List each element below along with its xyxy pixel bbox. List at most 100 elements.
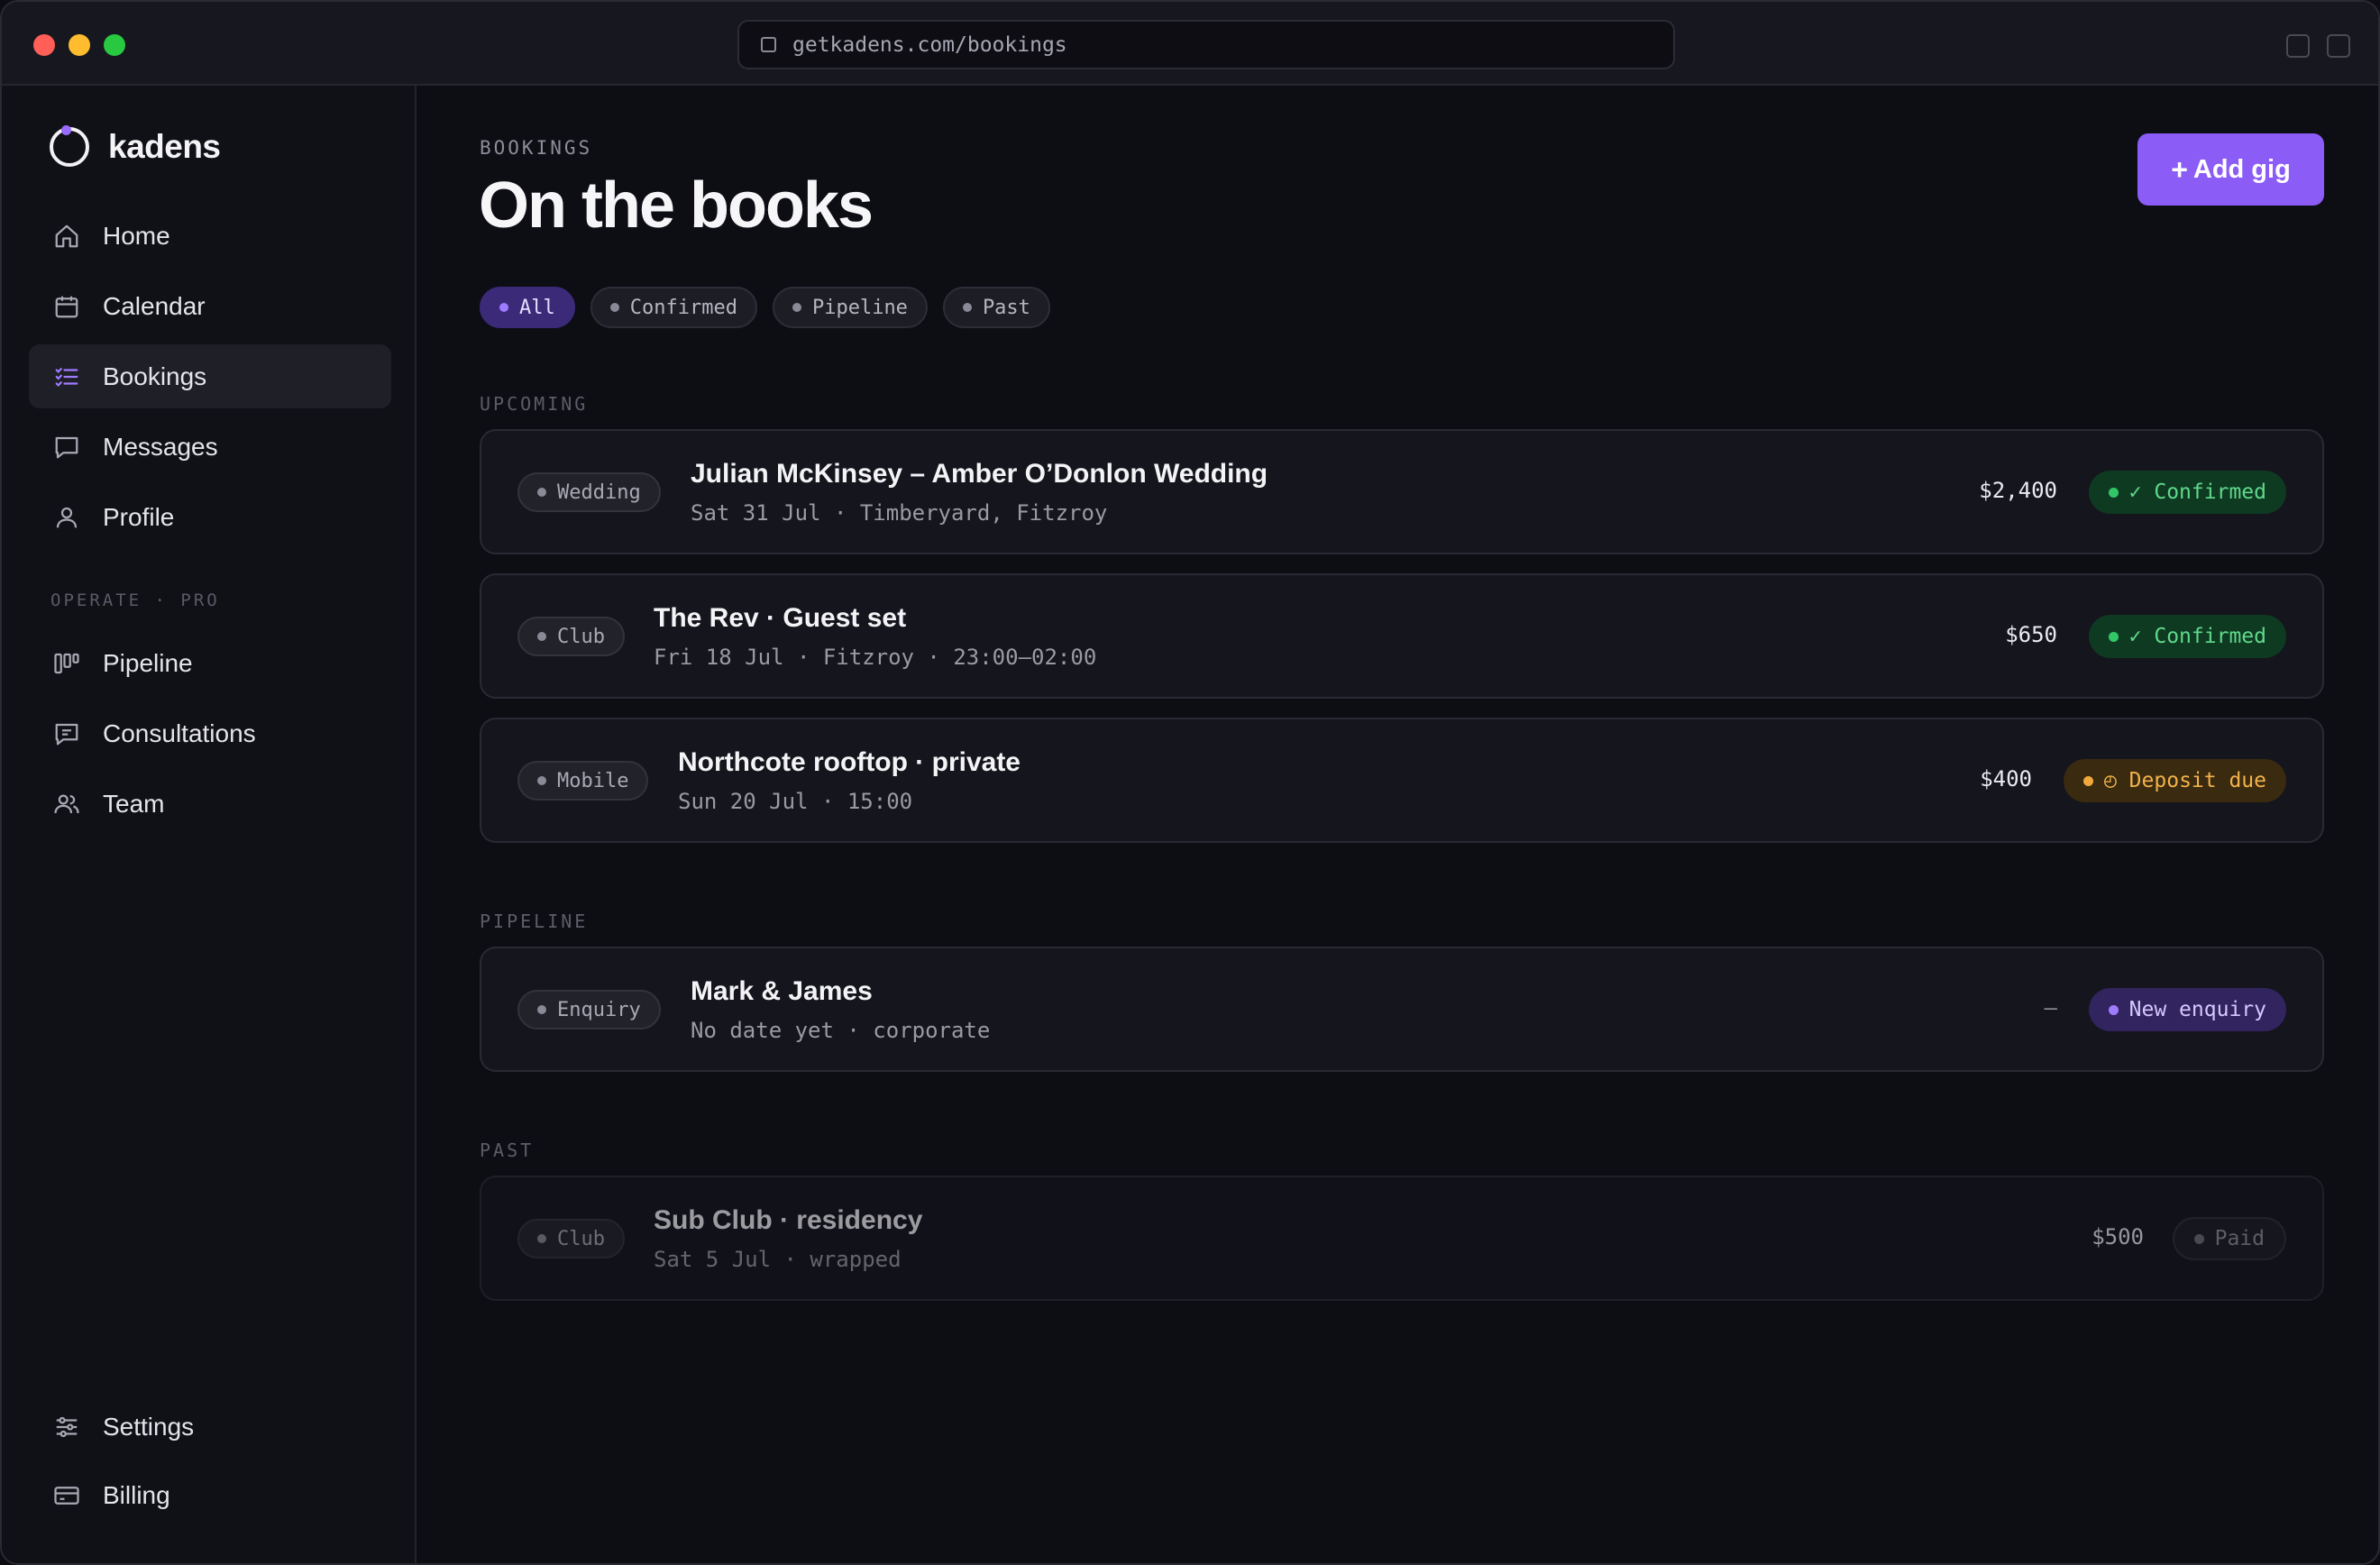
dot-icon (537, 1005, 546, 1014)
dot-icon (537, 1234, 546, 1243)
page-title: On the books (479, 169, 874, 242)
filter-chip-label: Past (982, 296, 1030, 319)
user-icon (52, 503, 81, 532)
booking-subtitle: Sat 5 Jul · wrapped (654, 1247, 902, 1272)
sidebar-item-profile[interactable]: Profile (29, 485, 391, 549)
booking-type-tag: Club (517, 617, 625, 656)
booking-subtitle: Sat 31 Jul · Timberyard, Fitzroy (691, 500, 1108, 526)
dot-icon (2193, 1233, 2204, 1244)
dot-icon (2108, 631, 2119, 642)
dot-icon (2108, 1004, 2119, 1015)
booking-card[interactable]: Mobile Northcote rooftop · private Sun 2… (480, 718, 2324, 843)
add-gig-button[interactable]: + Add gig (2137, 133, 2324, 206)
status-label: New enquiry (2128, 998, 2266, 1021)
dot-icon (2108, 487, 2119, 498)
filter-chip-label: Pipeline (811, 296, 908, 319)
dot-icon (499, 303, 508, 312)
dot-icon (537, 776, 546, 785)
card-icon (52, 1481, 81, 1510)
filter-chip-label: Confirmed (629, 296, 737, 319)
main-content: BOOKINGS On the books + Add gig All Conf… (418, 86, 2378, 1563)
tag-label: Club (557, 625, 605, 648)
url-text: getkadens.com/bookings (792, 32, 1067, 57)
add-gig-label: Add gig (2192, 154, 2291, 184)
logo-text: kadens (108, 128, 221, 165)
address-bar[interactable]: getkadens.com/bookings (737, 20, 1675, 69)
booking-type-tag: Mobile (517, 761, 649, 801)
team-icon (52, 790, 81, 819)
sidebar-item-bookings[interactable]: Bookings (29, 344, 391, 408)
booking-subtitle: No date yet · corporate (691, 1018, 991, 1043)
booking-card[interactable]: Wedding Julian McKinsey – Amber O’Donlon… (480, 429, 2324, 554)
sidebar-item-messages[interactable]: Messages (29, 415, 391, 479)
filter-chip-all[interactable]: All (480, 287, 575, 328)
booking-subtitle: Sun 20 Jul · 15:00 (678, 789, 913, 814)
tag-label: Wedding (557, 480, 641, 504)
sidebar-item-label: Bookings (103, 362, 207, 390)
filter-chip-pipeline[interactable]: Pipeline (772, 287, 928, 328)
sidebar-item-label: Settings (103, 1413, 195, 1441)
filter-chip-label: All (519, 296, 555, 319)
section-label-upcoming: UPCOMING (480, 393, 589, 415)
dot-icon (2082, 775, 2093, 786)
pipeline-icon (52, 649, 81, 678)
booking-title: Mark & James (691, 976, 873, 1006)
dot-icon (792, 303, 801, 312)
filter-chips: All Confirmed Pipeline Past (480, 287, 1066, 328)
browser-window: getkadens.com/bookings kadens Home Calen… (0, 0, 2380, 1565)
filter-chip-confirmed[interactable]: Confirmed (590, 287, 757, 328)
sidebar-item-label: Home (103, 221, 170, 250)
booking-amount: $400 (1980, 766, 2032, 792)
sliders-icon (52, 1413, 81, 1441)
close-window-button[interactable] (33, 34, 55, 56)
status-badge: ✓ Confirmed (2088, 615, 2286, 658)
tag-label: Club (557, 1227, 605, 1250)
list-icon (52, 362, 81, 391)
sidebar-toggle-icon[interactable] (2327, 34, 2350, 58)
booking-card[interactable]: Enquiry Mark & James No date yet · corpo… (480, 947, 2324, 1072)
booking-amount: $500 (2092, 1224, 2144, 1249)
maximize-window-button[interactable] (104, 34, 125, 56)
booking-card[interactable]: Club The Rev · Guest set Fri 18 Jul · Fi… (480, 573, 2324, 699)
sidebar-item-label: Profile (103, 502, 175, 531)
sidebar-item-label: Consultations (103, 718, 256, 747)
booking-title: Northcote rooftop · private (678, 747, 1021, 777)
chat-icon (52, 719, 81, 748)
booking-card[interactable]: Club Sub Club · residency Sat 5 Jul · wr… (480, 1176, 2324, 1301)
booking-title: Sub Club · residency (654, 1205, 923, 1235)
browser-titlebar: getkadens.com/bookings (2, 2, 2378, 86)
booking-title: The Rev · Guest set (654, 603, 907, 633)
sidebar-item-billing[interactable]: Billing (29, 1467, 391, 1524)
calendar-icon (52, 292, 81, 321)
plus-icon: + (2171, 152, 2188, 186)
booking-subtitle: Fri 18 Jul · Fitzroy · 23:00–02:00 (654, 645, 1097, 670)
sidebar-item-calendar[interactable]: Calendar (29, 274, 391, 338)
section-label-past: PAST (480, 1139, 535, 1161)
sidebar-section-label: OPERATE · PRO (50, 590, 220, 610)
sidebar-item-label: Team (103, 789, 165, 818)
site-info-icon[interactable] (761, 37, 776, 52)
sidebar-item-settings[interactable]: Settings (29, 1398, 391, 1456)
status-badge: ◴ Deposit due (2063, 759, 2286, 802)
sidebar-item-consultations[interactable]: Consultations (29, 701, 391, 765)
booking-type-tag: Wedding (517, 472, 661, 512)
logo[interactable]: kadens (50, 125, 221, 167)
filter-chip-past[interactable]: Past (942, 287, 1050, 328)
status-label: Paid (2214, 1227, 2265, 1250)
sidebar-item-team[interactable]: Team (29, 772, 391, 836)
tabs-overview-icon[interactable] (2286, 34, 2310, 58)
sidebar-item-pipeline[interactable]: Pipeline (29, 631, 391, 695)
page-eyebrow: BOOKINGS (480, 137, 593, 159)
message-icon (52, 433, 81, 462)
sidebar: kadens Home Calendar Bookings Messages P… (2, 86, 416, 1563)
sidebar-item-label: Billing (103, 1481, 170, 1509)
booking-amount: $650 (2005, 622, 2057, 647)
tag-label: Enquiry (557, 998, 641, 1021)
sidebar-item-home[interactable]: Home (29, 204, 391, 268)
dot-icon (537, 488, 546, 497)
home-icon (52, 222, 81, 251)
sidebar-item-label: Messages (103, 432, 218, 461)
status-label: ◴ Deposit due (2103, 769, 2266, 792)
dot-icon (537, 632, 546, 641)
minimize-window-button[interactable] (69, 34, 90, 56)
